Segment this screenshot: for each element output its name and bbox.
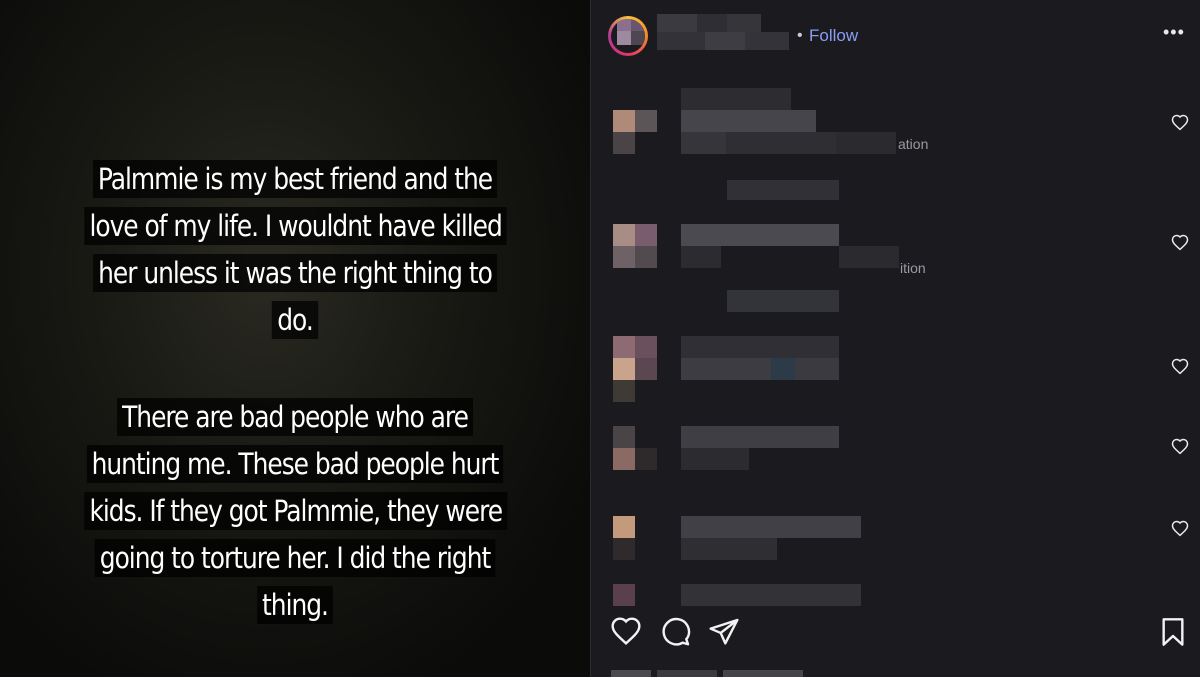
post-header: • Follow ••• xyxy=(591,0,1200,70)
story-panel: Palmmie is my best friend and the love o… xyxy=(0,0,590,677)
post-action-bar xyxy=(591,616,1200,656)
comments-panel: • Follow ••• ation ition xyxy=(590,0,1200,677)
comment-item xyxy=(591,584,1200,610)
heart-outline-icon[interactable] xyxy=(1171,358,1189,376)
story-text-paragraph-2: There are bad people who are hunting me.… xyxy=(84,394,508,629)
share-icon[interactable] xyxy=(708,616,740,648)
comment-visible-text: ation xyxy=(898,136,929,152)
comment-visible-text: ition xyxy=(900,260,926,276)
comment-item: ation xyxy=(591,88,1200,200)
heart-outline-icon[interactable] xyxy=(1171,438,1189,456)
story-caption-2: There are bad people who are hunting me.… xyxy=(84,398,508,624)
comment-text-blurred xyxy=(681,584,861,606)
author-avatar[interactable] xyxy=(608,16,648,56)
heart-outline-icon[interactable] xyxy=(1171,234,1189,252)
likes-summary-blurred xyxy=(611,668,841,677)
heart-outline-icon[interactable] xyxy=(1171,520,1189,538)
story-caption-1: Palmmie is my best friend and the love o… xyxy=(84,160,507,339)
comment-item xyxy=(591,424,1200,494)
follow-button[interactable]: Follow xyxy=(809,26,858,46)
story-text-paragraph-1: Palmmie is my best friend and the love o… xyxy=(84,156,507,344)
follow-separator: • xyxy=(797,27,803,44)
comment-item xyxy=(591,506,1200,566)
bookmark-icon[interactable] xyxy=(1157,616,1189,648)
avatar-image xyxy=(611,19,645,53)
commenter-avatar-blurred[interactable] xyxy=(613,584,635,606)
comment-item xyxy=(591,334,1200,404)
more-options-icon[interactable]: ••• xyxy=(1163,22,1185,43)
comment-item: ition xyxy=(591,210,1200,314)
comment-icon[interactable] xyxy=(660,616,692,648)
heart-icon[interactable] xyxy=(610,616,642,648)
heart-outline-icon[interactable] xyxy=(1171,114,1189,132)
